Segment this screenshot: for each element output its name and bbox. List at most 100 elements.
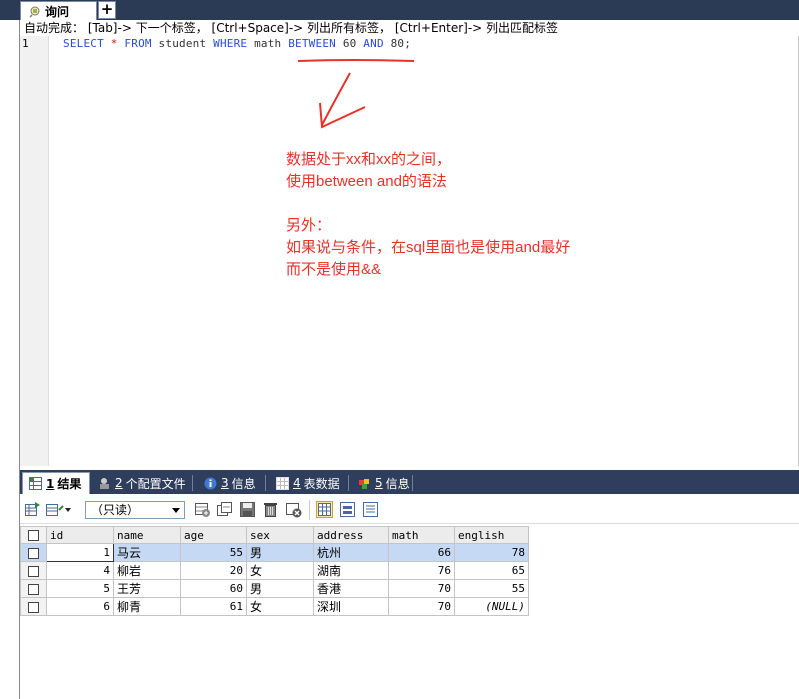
cell-sex[interactable]: 女 (246, 597, 314, 616)
cell-id[interactable]: 1 (46, 543, 114, 562)
tab-separator (192, 475, 193, 491)
cell-id[interactable]: 4 (46, 561, 114, 580)
tab-profile-label: 个配置文件 (125, 476, 186, 491)
line-number: 1 (22, 37, 29, 50)
cell-math[interactable]: 70 (388, 579, 455, 598)
sql-where-keyword: WHERE (213, 37, 248, 50)
readonly-select[interactable]: （只读） (85, 501, 185, 519)
checkbox-icon (28, 547, 39, 559)
tab-profile[interactable]: 2 个配置文件 (92, 472, 186, 494)
tab-info-2-label: 信息 (385, 476, 410, 491)
cell-name[interactable]: 马云 (113, 543, 181, 562)
history-icon (358, 477, 371, 490)
tab-result[interactable]: 1 结果 (22, 472, 90, 494)
cell-english[interactable]: 78 (454, 543, 529, 562)
column-header-age[interactable]: age (180, 526, 247, 544)
annotation-spacer (286, 193, 570, 215)
tab-table-data[interactable]: 4 表数据 (270, 472, 340, 494)
row-checkbox[interactable] (20, 543, 47, 562)
sql-select-keyword: SELECT (63, 37, 104, 50)
sql-statement[interactable]: SELECT * FROM student WHERE math BETWEEN… (63, 37, 411, 50)
cell-sex[interactable]: 男 (246, 543, 314, 562)
column-header-math[interactable]: math (388, 526, 455, 544)
select-all-checkbox[interactable] (20, 526, 47, 544)
chevron-down-icon (172, 508, 180, 513)
save-icon[interactable] (239, 501, 256, 518)
annotation-line-1: 数据处于xx和xx的之间， (286, 151, 452, 168)
checkbox-icon (28, 530, 39, 541)
sql-column: math (254, 37, 282, 50)
tab-result-label: 结果 (57, 477, 82, 491)
cell-age[interactable]: 20 (180, 561, 247, 580)
cell-english[interactable]: 55 (454, 579, 529, 598)
table-row[interactable]: 1 马云 55 男 杭州 66 78 (20, 543, 529, 562)
row-checkbox[interactable] (20, 561, 47, 580)
column-header-address[interactable]: address (313, 526, 389, 544)
table-icon (276, 476, 289, 490)
table-row[interactable]: 5 王芳 60 男 香港 70 55 (20, 579, 529, 598)
annotation-line-5: 而不是使用&& (286, 261, 382, 278)
cell-english[interactable]: (NULL) (454, 597, 529, 616)
cell-address[interactable]: 深圳 (313, 597, 389, 616)
grid-view-icon[interactable] (316, 501, 333, 518)
cell-id[interactable]: 6 (46, 597, 114, 616)
cell-id[interactable]: 5 (46, 579, 114, 598)
annotation-line-3: 另外： (286, 217, 332, 234)
tab-table-data-num: 4 (293, 476, 301, 490)
cell-name[interactable]: 柳岩 (113, 561, 181, 580)
table-row[interactable]: 6 柳青 61 女 深圳 70 (NULL) (20, 597, 529, 616)
cell-english[interactable]: 65 (454, 561, 529, 580)
column-header-id[interactable]: id (46, 526, 114, 544)
tab-separator (348, 475, 349, 491)
row-checkbox[interactable] (20, 597, 47, 616)
add-tab-button[interactable]: + (98, 1, 116, 19)
column-header-name[interactable]: name (113, 526, 181, 544)
cell-name[interactable]: 王芳 (113, 579, 181, 598)
cell-sex[interactable]: 女 (246, 561, 314, 580)
autocomplete-hint: 自动完成： [Tab]-> 下一个标签， [Ctrl+Space]-> 列出所有… (22, 20, 799, 36)
sql-from-keyword: FROM (124, 37, 152, 50)
cell-address[interactable]: 香港 (313, 579, 389, 598)
cancel-changes-icon[interactable] (285, 501, 302, 518)
duplicate-row-icon[interactable] (216, 501, 233, 518)
text-view-icon[interactable] (362, 501, 379, 518)
cell-math[interactable]: 76 (388, 561, 455, 580)
sql-low-value: 60 (342, 37, 357, 50)
sql-star: * (110, 37, 118, 50)
cell-math[interactable]: 70 (388, 597, 455, 616)
import-menu-icon[interactable] (45, 501, 73, 518)
cell-address[interactable]: 杭州 (313, 543, 389, 562)
cell-address[interactable]: 湖南 (313, 561, 389, 580)
annotation-line-2: 使用between and的语法 (286, 173, 447, 190)
tab-separator (265, 475, 266, 491)
checkbox-icon (28, 601, 39, 613)
grid-header-row: id name age sex address math english (20, 526, 529, 544)
cell-age[interactable]: 55 (180, 543, 247, 562)
tab-result-num: 1 (46, 476, 55, 491)
cell-name[interactable]: 柳青 (113, 597, 181, 616)
tab-query[interactable]: 询问 (20, 1, 97, 20)
tab-separator (412, 475, 413, 491)
tab-info-2[interactable]: 5 信息 (352, 472, 410, 494)
sql-between-keyword: BETWEEN (288, 37, 336, 50)
cell-age[interactable]: 61 (180, 597, 247, 616)
tab-info[interactable]: 3 信息 (198, 472, 256, 494)
export-icon[interactable] (24, 501, 41, 518)
insert-row-icon[interactable] (194, 501, 211, 518)
cell-math[interactable]: 66 (388, 543, 455, 562)
result-tab-bar: 1 结果 2 个配置文件 3 信息 4 表数据 5 信息 (20, 470, 799, 494)
tab-info-num: 3 (221, 476, 229, 490)
cell-age[interactable]: 60 (180, 579, 247, 598)
info-icon (204, 477, 217, 490)
tab-info-label: 信息 (231, 476, 256, 491)
column-header-english[interactable]: english (454, 526, 529, 544)
query-tab-bar (0, 0, 799, 20)
result-grid: id name age sex address math english 1 马… (20, 526, 529, 616)
cell-sex[interactable]: 男 (246, 579, 314, 598)
column-header-sex[interactable]: sex (246, 526, 314, 544)
row-checkbox[interactable] (20, 579, 47, 598)
form-view-icon[interactable] (339, 501, 356, 518)
table-row[interactable]: 4 柳岩 20 女 湖南 76 65 (20, 561, 529, 580)
delete-icon[interactable] (262, 501, 279, 518)
sql-and-keyword: AND (363, 37, 384, 50)
